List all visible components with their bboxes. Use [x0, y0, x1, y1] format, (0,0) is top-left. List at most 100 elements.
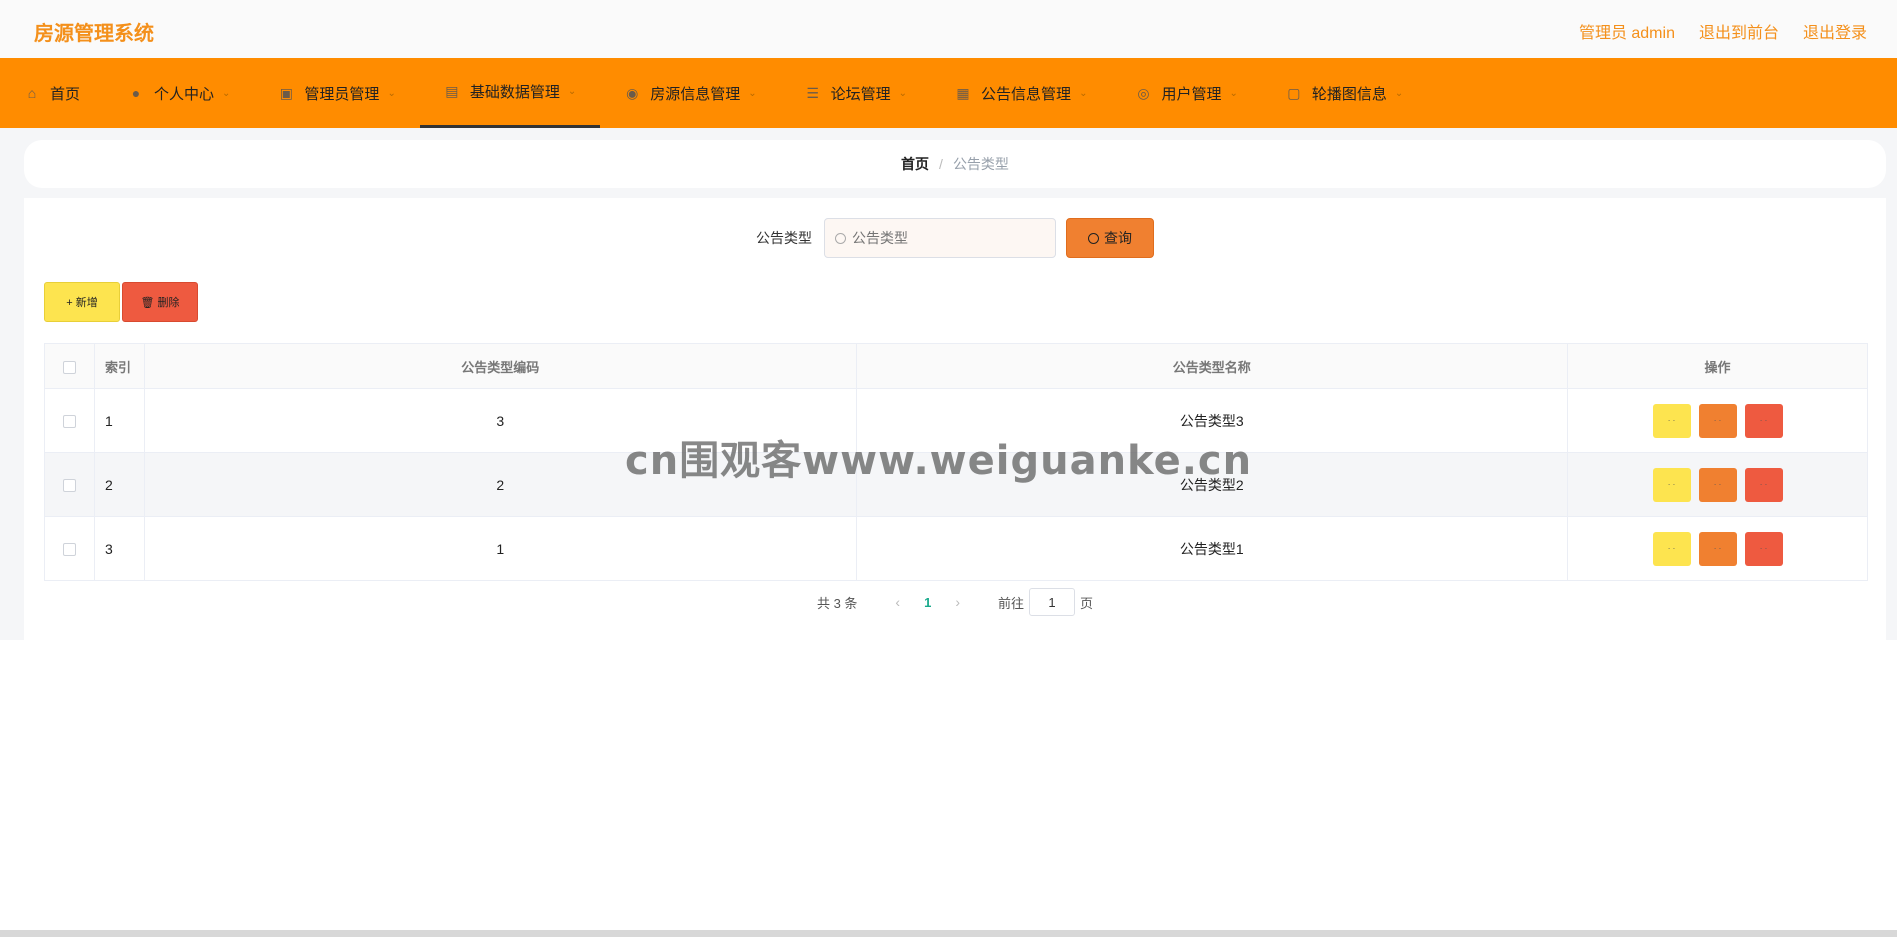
- user-icon: ●: [131, 85, 141, 101]
- nav-item-basic-data[interactable]: ▤ 基础数据管理 ⌄: [419, 58, 601, 128]
- admin-user-link[interactable]: 管理员 admin: [1579, 19, 1675, 43]
- nav-item-label: 个人中心: [154, 85, 215, 103]
- exit-to-frontend-link[interactable]: 退出到前台: [1699, 19, 1779, 43]
- action-row: + 新增 🗑 删除: [44, 282, 198, 322]
- page-number-current[interactable]: 1: [924, 595, 931, 610]
- row-index: 3: [93, 516, 145, 581]
- row-index: 2: [93, 452, 145, 517]
- row-delete-button[interactable]: · ·: [1744, 467, 1783, 502]
- row-select-cell: [44, 516, 95, 581]
- row-checkbox[interactable]: [62, 415, 76, 429]
- nav-item-label: 公告信息管理: [981, 85, 1072, 103]
- chevron-down-icon: ⌄: [1229, 87, 1238, 99]
- nav-item-personal-center[interactable]: ● 个人中心 ⌄: [104, 58, 254, 128]
- detail-button[interactable]: · ·: [1652, 467, 1691, 502]
- chevron-down-icon: ⌄: [567, 86, 577, 97]
- row-checkbox[interactable]: [62, 479, 76, 493]
- row-delete-button[interactable]: · ·: [1744, 403, 1783, 438]
- column-header-code: 公告类型编码: [143, 343, 857, 389]
- nav-item-label: 轮播图信息: [1311, 85, 1387, 103]
- main-nav: ⌂ 首页 ● 个人中心 ⌄ ▣ 管理员管理 ⌄ ▤ 基础数据管理 ⌄ ◉ 房源信…: [0, 58, 1897, 128]
- goto-label: 前往: [998, 595, 1025, 611]
- edit-button[interactable]: · ·: [1698, 531, 1737, 566]
- app-title: 房源管理系统: [34, 23, 154, 45]
- top-header: 房源管理系统 管理员 admin 退出到前台 退出登录: [0, 0, 1897, 58]
- nav-item-home[interactable]: ⌂ 首页: [0, 58, 104, 128]
- row-name: 公告类型1: [855, 516, 1569, 581]
- search-row: 公告类型 查询: [24, 218, 1886, 258]
- row-select-cell: [44, 452, 95, 517]
- chevron-down-icon: ⌄: [898, 87, 908, 99]
- select-all-cell: [44, 343, 95, 389]
- nav-item-label: 论坛管理: [830, 85, 891, 103]
- nav-item-admin-management[interactable]: ▣ 管理员管理 ⌄: [254, 58, 419, 128]
- nav-item-label: 首页: [50, 85, 81, 103]
- sliders-icon: ☰: [806, 84, 819, 101]
- search-button[interactable]: 查询: [1066, 218, 1154, 258]
- nav-item-label: 用户管理: [1161, 85, 1222, 103]
- briefcase-icon: ▤: [445, 83, 459, 99]
- compass-icon: ◎: [1137, 84, 1150, 101]
- row-select-cell: [44, 388, 95, 453]
- row-index: 1: [93, 388, 145, 453]
- nav-item-label: 管理员管理: [304, 85, 380, 103]
- row-checkbox[interactable]: [62, 543, 76, 557]
- nav-item-label: 房源信息管理: [650, 85, 741, 103]
- chevron-down-icon: ⌄: [1394, 87, 1404, 99]
- nav-item-forum-management[interactable]: ☰ 论坛管理 ⌄: [781, 58, 931, 128]
- edit-button[interactable]: · ·: [1698, 403, 1737, 438]
- page-jump-input[interactable]: [1029, 588, 1076, 616]
- search-icon: [1088, 232, 1099, 244]
- page-suffix: 页: [1080, 595, 1094, 611]
- nav-item-notice-management[interactable]: ▦ 公告信息管理 ⌄: [931, 58, 1111, 128]
- breadcrumb-home[interactable]: 首页: [901, 154, 929, 174]
- watermark: cn围观客www.weiguanke.cn: [625, 438, 1253, 484]
- detail-button[interactable]: · ·: [1652, 531, 1691, 566]
- add-button[interactable]: + 新增: [44, 282, 120, 322]
- column-header-name: 公告类型名称: [855, 343, 1569, 389]
- search-icon: [835, 232, 846, 244]
- database-icon: ◉: [626, 84, 639, 101]
- image-icon: ▢: [1287, 84, 1301, 101]
- delete-button[interactable]: 🗑 删除: [122, 282, 198, 322]
- notice-icon: ▦: [956, 84, 970, 101]
- row-code: 1: [143, 516, 857, 581]
- pagination: 共 3 条 ‹ 1 › 前往 页: [24, 588, 1886, 616]
- row-actions: · · · · · ·: [1567, 452, 1868, 517]
- empty-area: [0, 640, 1897, 937]
- monitor-icon: ▣: [279, 84, 294, 101]
- chevron-down-icon: ⌄: [222, 87, 231, 99]
- row-actions: · · · · · ·: [1567, 516, 1868, 581]
- main-content: 公告类型 查询 + 新增 🗑 删除 索引 公告类型编码 公告类型名称 操作: [24, 198, 1886, 640]
- nav-item-listing-management[interactable]: ◉ 房源信息管理 ⌄: [600, 58, 780, 128]
- row-delete-button[interactable]: · ·: [1744, 531, 1783, 566]
- row-actions: · · · · · ·: [1567, 388, 1868, 453]
- breadcrumb-separator: /: [939, 156, 943, 172]
- top-links: 管理员 admin 退出到前台 退出登录: [1579, 19, 1867, 43]
- column-header-actions: 操作: [1567, 343, 1868, 389]
- chevron-down-icon: ⌄: [387, 87, 396, 99]
- search-button-label: 查询: [1104, 230, 1132, 246]
- logout-link[interactable]: 退出登录: [1803, 19, 1867, 43]
- nav-item-carousel[interactable]: ▢ 轮播图信息 ⌄: [1262, 58, 1427, 128]
- nav-item-label: 基础数据管理: [469, 84, 560, 101]
- breadcrumb: 首页 / 公告类型: [24, 140, 1886, 188]
- column-header-index: 索引: [93, 343, 145, 389]
- select-all-checkbox[interactable]: [62, 360, 76, 374]
- total-count: 共 3 条: [816, 595, 858, 611]
- chevron-down-icon: ⌄: [748, 87, 757, 99]
- home-icon: ⌂: [27, 85, 37, 101]
- search-input[interactable]: [852, 230, 1032, 246]
- breadcrumb-current: 公告类型: [952, 156, 1009, 172]
- prev-page-icon[interactable]: ‹: [895, 594, 900, 610]
- bottom-strip: [0, 930, 1897, 937]
- chevron-down-icon: ⌄: [1079, 87, 1088, 99]
- next-page-icon[interactable]: ›: [955, 594, 960, 610]
- table-row: 3 1 公告类型1 · · · · · ·: [44, 516, 1868, 581]
- search-field[interactable]: [824, 218, 1056, 258]
- search-label: 公告类型: [756, 230, 812, 246]
- nav-item-user-management[interactable]: ◎ 用户管理 ⌄: [1111, 58, 1261, 128]
- table-header-row: 索引 公告类型编码 公告类型名称 操作: [44, 343, 1868, 389]
- edit-button[interactable]: · ·: [1698, 467, 1737, 502]
- detail-button[interactable]: · ·: [1652, 403, 1691, 438]
